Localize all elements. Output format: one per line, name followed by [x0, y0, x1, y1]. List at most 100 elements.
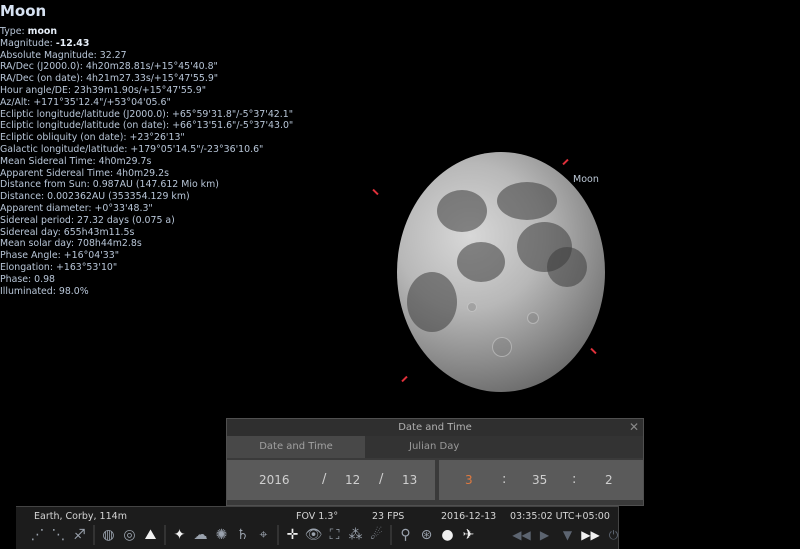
info-value: 32.27 [99, 49, 127, 61]
info-line: Mean Sidereal Time: 4h0m29.7s [0, 156, 330, 168]
info-value: 0.002362AU (353354.129 km) [47, 191, 190, 203]
info-label: Galactic longitude/latitude: [0, 143, 131, 155]
info-value: +23°26'13" [129, 132, 185, 144]
moon-marker-bottom-right [590, 347, 597, 355]
info-label: Phase: [0, 273, 35, 285]
hour-spinbox[interactable]: 3 [465, 473, 473, 487]
equatorial-grid-icon[interactable]: ◍ [99, 525, 118, 545]
info-label: Distance from Sun: [0, 179, 93, 191]
azimuthal-grid-icon[interactable]: ◎ [120, 525, 139, 545]
info-label: Mean Sidereal Time: [0, 155, 99, 167]
info-line: Apparent diameter: +0°33'48.3" [0, 203, 330, 215]
object-info-lines: Type: moon Magnitude: -12.43 Absolute Magn… [0, 26, 330, 297]
day-spinbox[interactable]: 13 [402, 473, 417, 487]
info-value: +179°05'14.5"/-23°36'10.6" [130, 143, 264, 155]
info-label: Phase Angle: [0, 250, 64, 262]
satellite-plugin-icon[interactable]: ✈ [459, 525, 478, 545]
date-field-group: 2016 / 12 / 13 [227, 460, 435, 500]
info-line: Absolute Magnitude: 32.27 [0, 50, 330, 62]
meteor-icon[interactable]: ☄ [367, 525, 386, 545]
info-value: +16°04'33" [63, 250, 120, 262]
second-spinbox[interactable]: 2 [605, 473, 613, 487]
info-label: Magnitude: [0, 37, 56, 49]
info-label: Apparent Sidereal Time: [0, 167, 117, 179]
info-value: 0.987AU (147.612 Mio km) [92, 179, 219, 191]
rewind-icon[interactable]: ◀◀ [512, 525, 531, 545]
info-label: Absolute Magnitude: [0, 49, 100, 61]
telescope-icon[interactable]: ⚲ [396, 525, 415, 545]
info-value: 27.32 days (0.075 a) [77, 214, 175, 226]
ocular-icon[interactable]: ● [438, 525, 457, 545]
center-object-icon[interactable]: ✛ [283, 525, 302, 545]
info-line: RA/Dec (on date): 4h21m27.33s/+15°47'55.… [0, 73, 330, 85]
info-value: 4h21m27.33s/+15°47'55.9" [86, 73, 219, 85]
time-separator: : [572, 472, 577, 487]
date-time-dialog: Date and Time ✕ Date and Time Julian Day… [226, 418, 644, 506]
fast-forward-icon[interactable]: ▶▶ [581, 525, 600, 545]
info-label: RA/Dec (on date): [0, 73, 87, 85]
info-label: Mean solar day: [0, 238, 78, 250]
info-label: Distance: [0, 191, 48, 203]
quit-icon[interactable]: ⏻ [604, 525, 623, 545]
info-line: Galactic longitude/latitude: +179°05'14.… [0, 144, 330, 156]
info-value: +0°33'48.3" [94, 202, 153, 214]
dialog-title: Date and Time [398, 422, 472, 433]
constellation-art-icon[interactable]: ♐ [70, 525, 89, 545]
minute-spinbox[interactable]: 35 [532, 473, 547, 487]
time-controls: ◀◀ ▶ ▼ ▶▶ ⏻ [512, 525, 623, 545]
info-value: +171°35'12.4"/+53°04'05.6" [33, 96, 171, 108]
year-spinbox[interactable]: 2016 [259, 473, 290, 487]
info-line: Apparent Sidereal Time: 4h0m29.2s [0, 168, 330, 180]
info-label: Ecliptic obliquity (on date): [0, 132, 130, 144]
dialog-title-bar[interactable]: Date and Time ✕ [227, 419, 643, 436]
info-value: 23h39m1.90s/+15°47'55.9" [74, 84, 207, 96]
tab-julian-day[interactable]: Julian Day [395, 436, 473, 458]
moon-marker-bottom-left [401, 375, 408, 383]
exoplanets-icon[interactable]: ⊛ [417, 525, 436, 545]
info-line: RA/Dec (J2000.0): 4h20m28.81s/+15°45'40.… [0, 61, 330, 73]
info-value: 4h20m28.81s/+15°45'40.8" [85, 61, 218, 73]
cardinal-points-icon[interactable]: ✦ [170, 525, 189, 545]
play-icon[interactable]: ▶ [535, 525, 554, 545]
ground-icon[interactable]: ⛰ [141, 525, 160, 545]
close-icon[interactable]: ✕ [629, 419, 639, 436]
moon-sky-label: Moon [573, 174, 599, 185]
constellation-labels-icon[interactable]: ⋱ [49, 525, 68, 545]
fullscreen-icon[interactable]: ⛶ [325, 525, 344, 545]
info-label: Hour angle/DE: [0, 84, 75, 96]
equatorial-mount-icon[interactable]: ⌖ [254, 525, 273, 545]
info-line: Mean solar day: 708h44m2.8s [0, 238, 330, 250]
moon-marker-top-right [562, 158, 569, 166]
now-icon[interactable]: ▼ [558, 525, 577, 545]
info-value: moon [27, 26, 57, 37]
object-name: Moon [0, 2, 47, 20]
info-value: 708h44m2.8s [77, 238, 142, 250]
moon-disc[interactable] [397, 152, 605, 392]
month-spinbox[interactable]: 12 [345, 473, 360, 487]
moon-marker-top-left [372, 188, 379, 196]
info-line: Illuminated: 98.0% [0, 286, 330, 298]
satellites-icon[interactable]: ⁂ [346, 525, 365, 545]
info-value: 655h43m11.5s [63, 226, 135, 238]
nebulae-icon[interactable]: ✺ [212, 525, 231, 545]
info-line: Hour angle/DE: 23h39m1.90s/+15°47'55.9" [0, 85, 330, 97]
info-label: Type: [0, 26, 28, 37]
info-line: Ecliptic longitude/latitude (J2000.0): +… [0, 109, 330, 121]
night-mode-icon[interactable]: 👁 [304, 525, 323, 545]
info-line: Elongation: +163°53'10" [0, 262, 330, 274]
planets-labels-icon[interactable]: ♄ [233, 525, 252, 545]
constellation-lines-icon[interactable]: ⋰ [28, 525, 47, 545]
info-label: RA/Dec (J2000.0): [0, 61, 86, 73]
info-value: 4h0m29.2s [116, 167, 169, 179]
info-label: Apparent diameter: [0, 202, 95, 214]
tab-date-and-time[interactable]: Date and Time [227, 436, 365, 458]
info-line: Sidereal day: 655h43m11.5s [0, 227, 330, 239]
object-info-panel: Moon Type: moon Magnitude: -12.43 Absolute… [0, 2, 330, 297]
info-line: Magnitude: -12.43 [0, 38, 330, 50]
time-separator: : [502, 472, 507, 487]
info-line: Phase: 0.98 [0, 274, 330, 286]
atmosphere-icon[interactable]: ☁ [191, 525, 210, 545]
location-status[interactable]: Earth, Corby, 114m [34, 511, 127, 522]
toolbar-buttons: ⋰ ⋱ ♐ ◍ ◎ ⛰ ✦ ☁ ✺ ♄ ⌖ ✛ 👁 ⛶ ⁂ ☄ ⚲ ⊛ ● ✈ [28, 525, 478, 547]
info-label: Ecliptic longitude/latitude (on date): [0, 120, 173, 132]
